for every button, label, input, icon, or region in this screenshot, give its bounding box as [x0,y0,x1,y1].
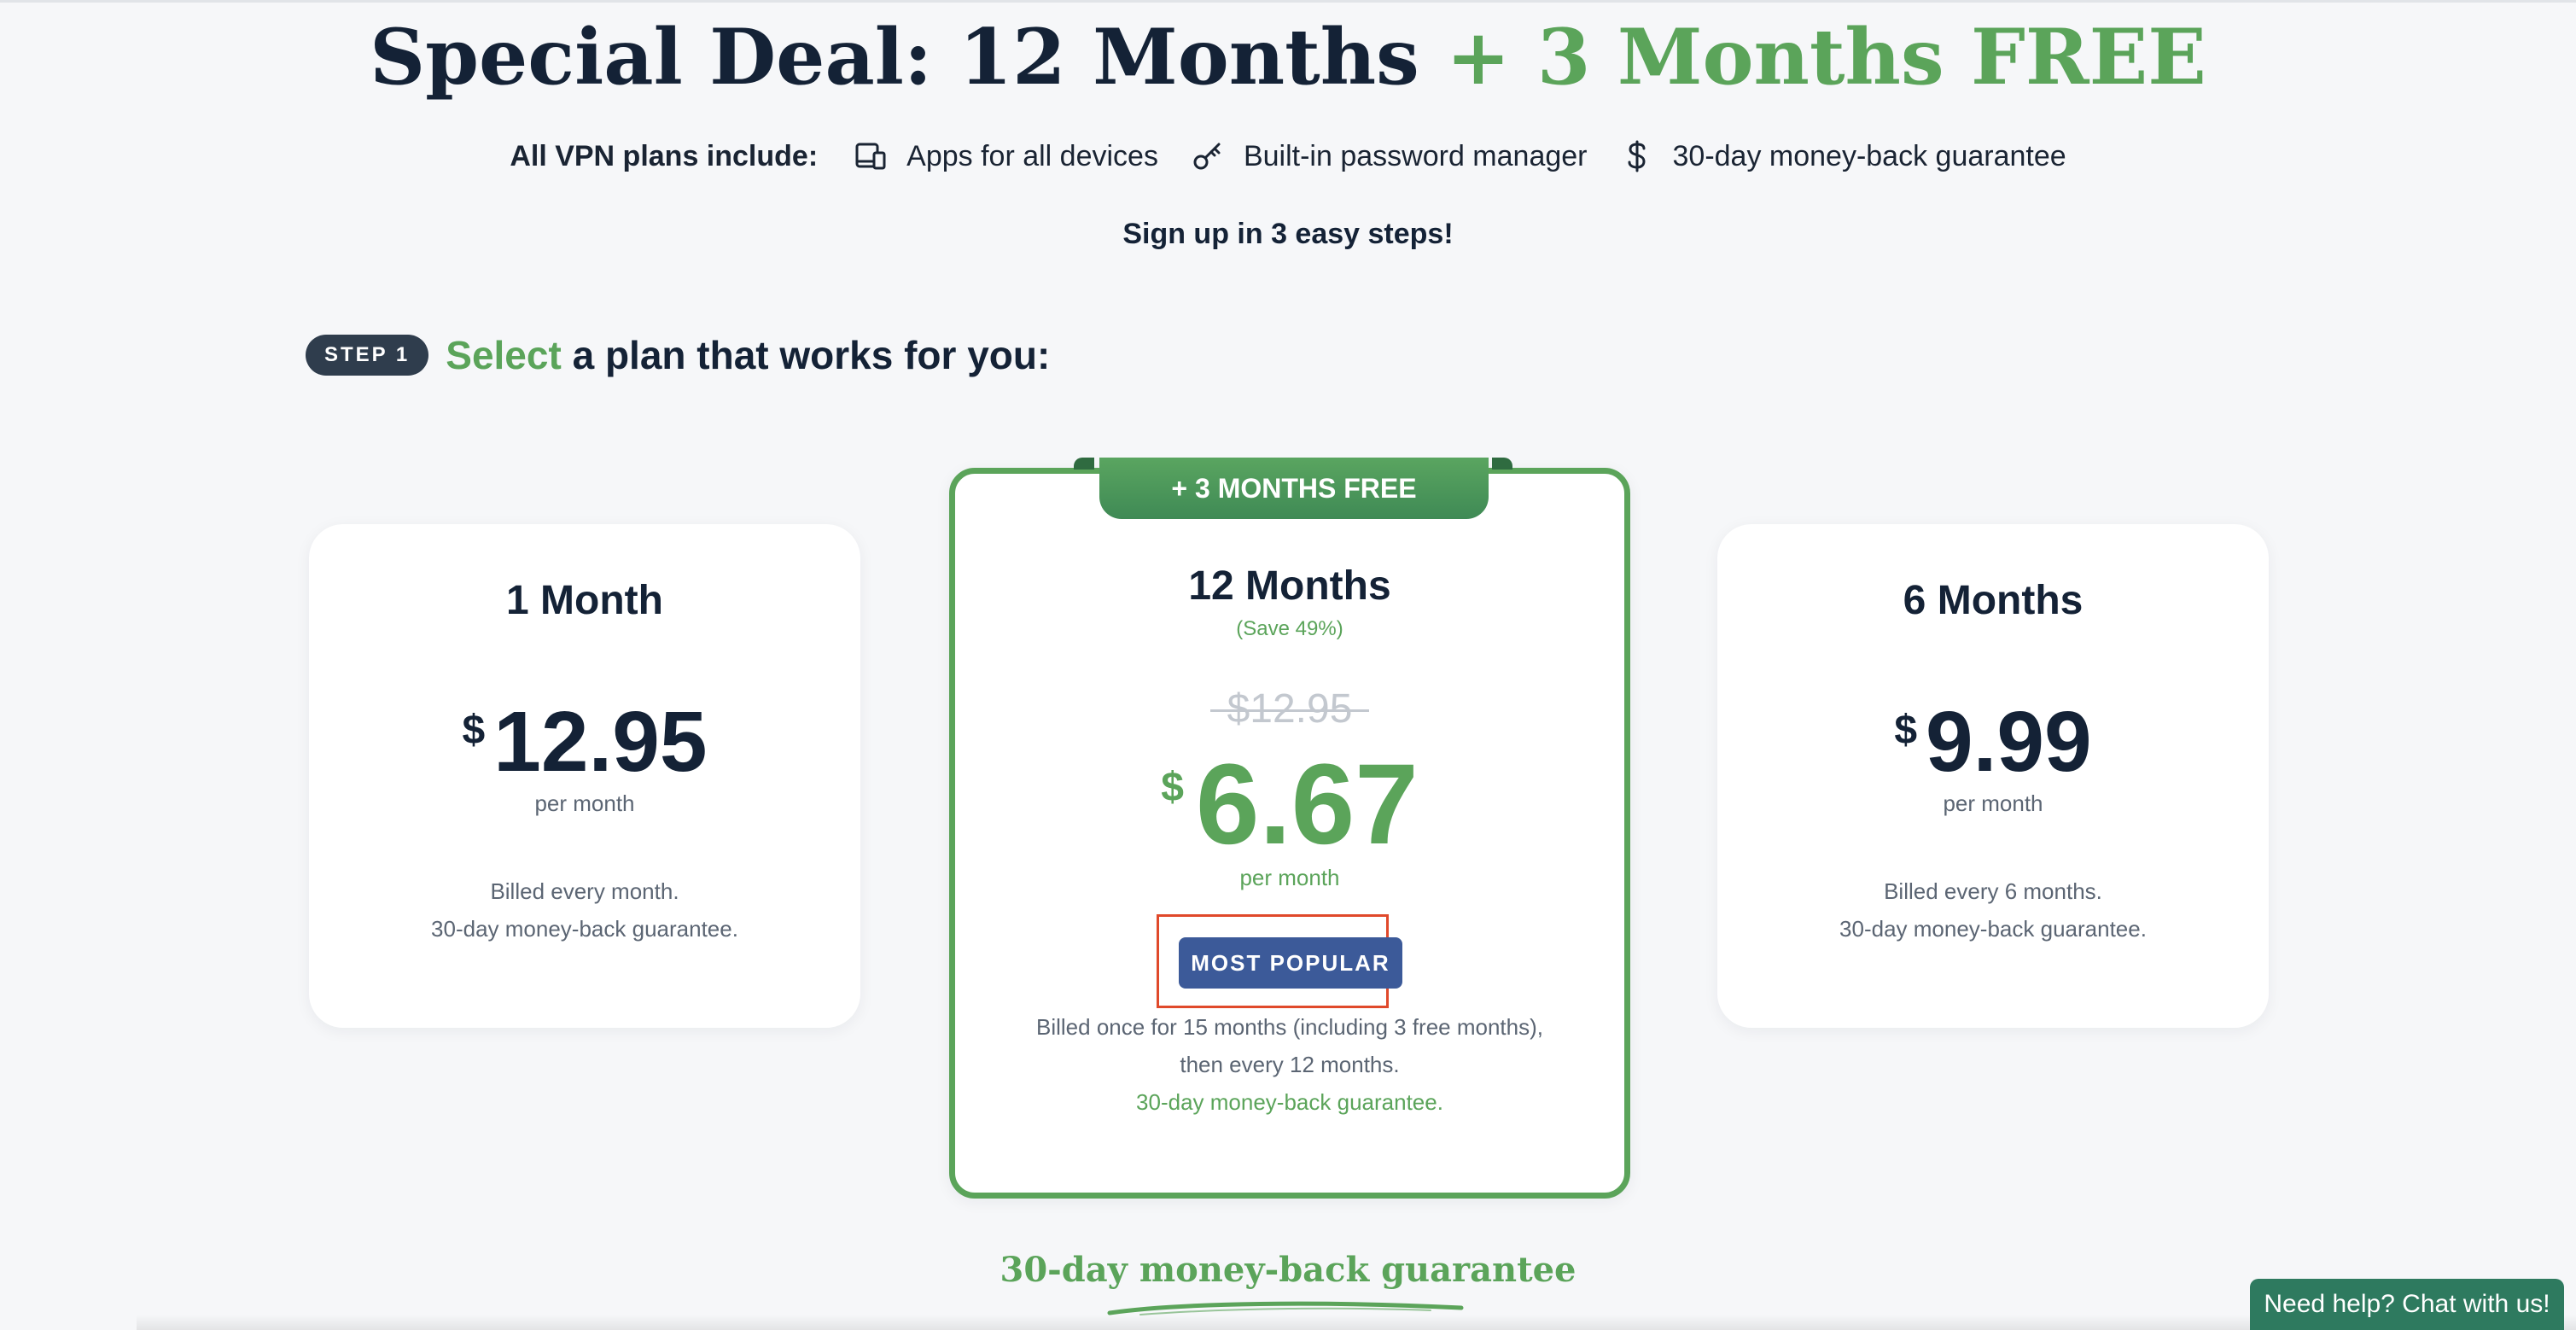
headline-main: Special Deal: 12 Months [370,12,1447,102]
price-amount: 12.95 [493,694,708,790]
include-item-devices: Apps for all devices [854,139,1158,173]
ribbon-fold-right [1492,458,1512,470]
billing-line: 30-day money-back guarantee. [1839,916,2147,942]
most-popular-button[interactable]: MOST POPULAR [1179,937,1402,989]
page-headline: Special Deal: 12 Months + 3 Months FREE [0,10,2576,104]
key-icon [1191,139,1225,173]
include-label-password-manager: Built-in password manager [1243,139,1588,172]
plan-name: 12 Months [1188,563,1391,609]
include-item-guarantee: 30-day money-back guarantee [1620,139,2066,173]
step-badge: STEP 1 [306,335,429,376]
step-title-rest: a plan that works for you: [561,333,1051,377]
billing-info: Billed every month. 30-day money-back gu… [309,872,860,948]
include-label-devices: Apps for all devices [906,139,1158,172]
dollar-icon [1620,139,1654,173]
plan-name: 6 Months [1903,578,2084,623]
price-period: per month [1943,790,2043,816]
plan-price: $ 6.67 [955,745,1624,865]
includes-lead: All VPN plans include: [510,139,819,172]
step-title: Select a plan that works for you: [446,332,1050,378]
billing-line: 30-day money-back guarantee. [431,916,738,942]
ribbon-fold-left [1074,458,1094,470]
billing-line: Billed once for 15 months (including 3 f… [1036,1014,1543,1040]
price-period: per month [1239,865,1340,890]
plan-includes: All VPN plans include: Apps for all devi… [0,135,2576,178]
plan-price: $ 12.95 [309,695,860,789]
plan-card-6-months[interactable]: 6 Months $ 9.99 per month Billed every 6… [1717,524,2269,1028]
currency-symbol: $ [462,708,486,753]
currency-symbol: $ [1161,765,1184,810]
guarantee-banner: 30-day money-back guarantee [1000,1250,1576,1290]
bottom-edge-shadow [137,1315,2576,1330]
billing-info: Billed every 6 months. 30-day money-back… [1717,872,2269,948]
currency-symbol: $ [1894,708,1918,753]
plan-card-12-months[interactable]: 12 Months (Save 49%) $12.95 $ 6.67 per m… [949,468,1630,1199]
step-title-accent: Select [446,333,562,377]
billing-line: then every 12 months. [1180,1052,1400,1077]
original-price-text: $12.95 [1210,686,1370,732]
include-label-guarantee: 30-day money-back guarantee [1672,139,2066,172]
billing-info: Billed once for 15 months (including 3 f… [955,1008,1624,1121]
top-divider [0,0,2576,3]
step-1-header: STEP 1 Select a plan that works for you: [306,330,1050,381]
savings-note: (Save 49%) [1236,617,1343,640]
price-amount: 9.99 [1926,694,2092,790]
price-period: per month [534,790,635,816]
free-months-ribbon: + 3 MONTHS FREE [1099,458,1489,519]
plan-price: $ 9.99 [1717,695,2269,789]
chat-support-button[interactable]: Need help? Chat with us! [2250,1279,2564,1330]
billing-line: 30-day money-back guarantee. [1136,1089,1443,1115]
original-price: $12.95 [955,685,1624,732]
devices-icon [854,139,888,173]
price-amount: 6.67 [1195,741,1419,868]
billing-line: Billed every month. [490,878,679,904]
billing-line: Billed every 6 months. [1884,878,2102,904]
include-item-password-manager: Built-in password manager [1191,139,1588,173]
plan-card-1-month[interactable]: 1 Month $ 12.95 per month Billed every m… [309,524,860,1028]
steps-note: Sign up in 3 easy steps! [1122,218,1454,250]
headline-accent: + 3 Months FREE [1446,12,2206,102]
plan-name: 1 Month [506,578,663,623]
